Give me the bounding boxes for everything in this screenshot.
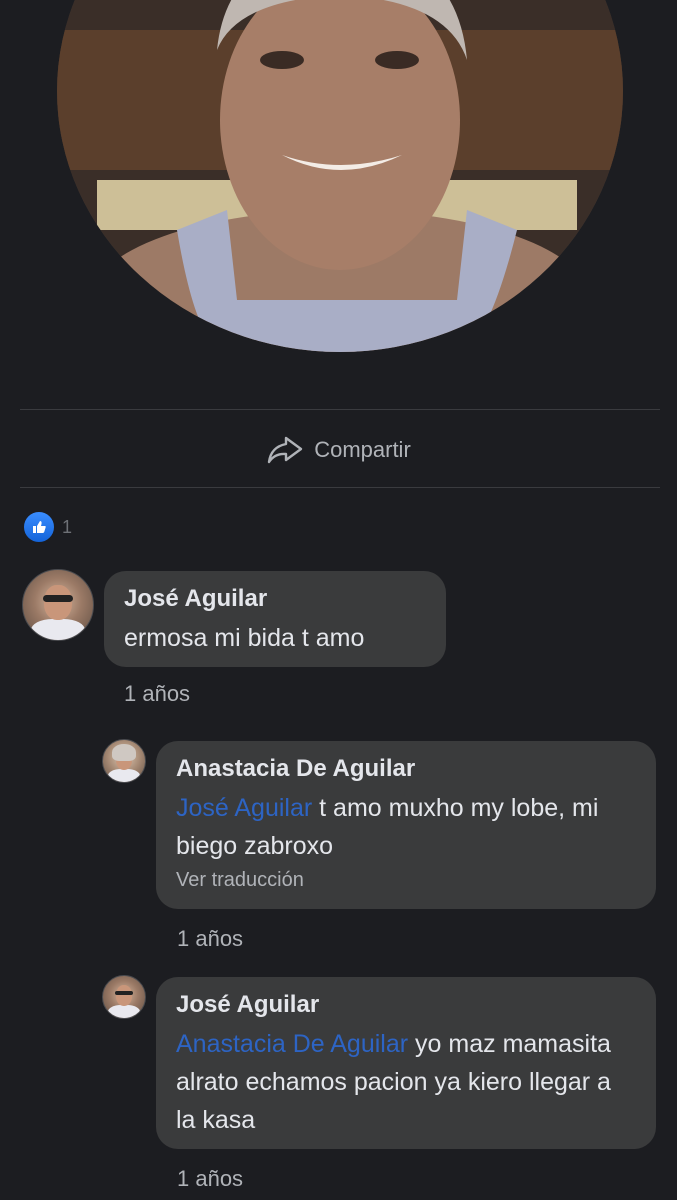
avatar[interactable] [22, 569, 94, 641]
comment-timestamp[interactable]: 1 años [124, 681, 190, 707]
reply-bubble: José Aguilar Anastacia De Aguilar yo maz… [156, 977, 656, 1149]
reply-text: Anastacia De Aguilar yo maz mamasita alr… [176, 1025, 636, 1139]
avatar[interactable] [102, 975, 146, 1019]
reply-bubble: Anastacia De Aguilar José Aguilar t amo … [156, 741, 656, 909]
reaction-count: 1 [62, 516, 73, 537]
comment-text: ermosa mi bida t amo [124, 624, 365, 652]
divider-top [20, 409, 660, 410]
comment-bubble: José Aguilar ermosa mi bida t amo [104, 571, 446, 667]
reply-author[interactable]: José Aguilar [176, 991, 636, 1019]
comment-author[interactable]: José Aguilar [124, 585, 426, 613]
profile-photo[interactable] [57, 0, 623, 352]
mention-link[interactable]: Anastacia De Aguilar [176, 1030, 408, 1058]
reply-timestamp[interactable]: 1 años [177, 926, 243, 952]
see-translation-link[interactable]: Ver traducción [176, 869, 636, 892]
share-label: Compartir [314, 437, 411, 462]
reaction-summary[interactable]: 1 [22, 510, 72, 544]
reply-text: José Aguilar t amo muxho my lobe, mi bie… [176, 789, 636, 865]
avatar[interactable] [102, 739, 146, 783]
like-icon [22, 510, 56, 544]
mention-link[interactable]: José Aguilar [176, 794, 312, 822]
reply-timestamp[interactable]: 1 años [177, 1166, 243, 1192]
divider-bottom [20, 487, 660, 488]
portrait-image [57, 0, 623, 352]
reply-author[interactable]: Anastacia De Aguilar [176, 755, 636, 783]
post-photo-area [0, 0, 677, 400]
share-button[interactable]: Compartir [0, 430, 677, 470]
share-arrow-icon [268, 436, 303, 464]
